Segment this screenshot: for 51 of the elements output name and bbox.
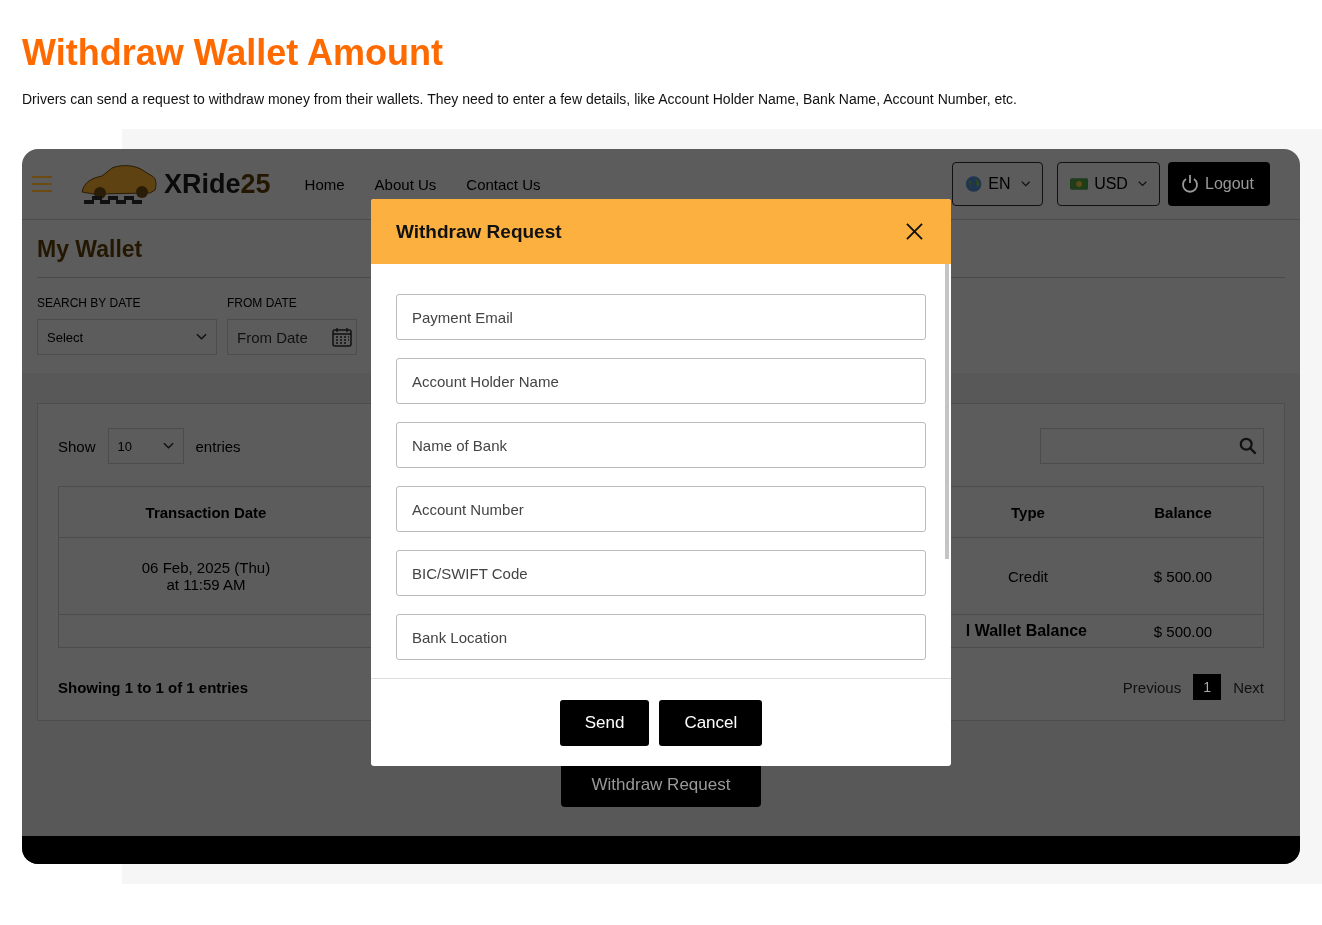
input-field[interactable]: Payment Email [396, 294, 926, 340]
banknote-icon [1070, 177, 1089, 191]
balance-cell: $ 500.00 [1153, 567, 1213, 585]
entries-label: entries [195, 437, 241, 455]
page-number[interactable]: 1 [1193, 674, 1222, 700]
dialog-button[interactable]: Cancel [659, 699, 763, 746]
page-title: Withdraw Wallet Amount [21, 31, 444, 73]
page-size-select[interactable]: 10 [107, 428, 184, 464]
nav-link[interactable]: About Us [374, 175, 437, 193]
chevron-down-icon [1137, 180, 1147, 188]
logout-button[interactable]: Logout [1168, 162, 1270, 206]
dialog-title: Withdraw Request [396, 220, 562, 243]
chevron-down-icon [162, 442, 174, 450]
input-field[interactable]: Account Holder Name [396, 358, 926, 404]
car-logo-icon [78, 162, 158, 206]
next-page-link[interactable]: Next [1233, 678, 1264, 696]
calendar-icon[interactable] [332, 327, 352, 347]
language-dropdown[interactable]: EN [952, 162, 1043, 206]
nav-link[interactable]: Home [304, 175, 345, 193]
filter-label: FROM DATE [227, 296, 298, 310]
table-info: Showing 1 to 1 of 1 entries [58, 678, 249, 696]
filter-label: SEARCH BY DATE [37, 296, 142, 310]
chevron-down-icon [196, 333, 207, 341]
currency-dropdown[interactable]: USD [1057, 162, 1160, 206]
withdraw-request-button[interactable]: Withdraw Request [561, 763, 761, 807]
date-input-field[interactable]: From Date [227, 319, 357, 355]
total-label: l Wallet Balance [965, 622, 1087, 640]
search-icon[interactable] [1239, 437, 1257, 455]
column-header: Transaction Date [144, 502, 268, 523]
page-description: Drivers can send a request to withdraw money from their wallets. They need to enter a few details, like Account Holder Name, Bank Name, Account Number, etc. [22, 90, 1018, 109]
search-field[interactable] [1040, 428, 1264, 464]
total-balance: $ 500.00 [1153, 622, 1213, 640]
input-field[interactable]: Name of Bank [396, 422, 926, 468]
show-label: Show [58, 437, 96, 455]
globe-icon [965, 174, 983, 194]
column-header: Type [1010, 502, 1046, 523]
nav-link[interactable]: Contact Us [466, 175, 541, 193]
transaction-date-cell: 06 Feb, 2025 (Thu) at 11:59 AM [141, 559, 271, 593]
dialog-button[interactable]: Send [559, 699, 650, 746]
previous-page-link[interactable]: Previous [1122, 678, 1182, 696]
input-field[interactable]: Bank Location [396, 614, 926, 660]
scrollbar-thumb[interactable] [945, 264, 949, 559]
brand-name[interactable]: XRide25 [164, 168, 271, 200]
chevron-down-icon [1020, 180, 1030, 188]
date-range-select[interactable]: Select [37, 319, 217, 355]
power-icon [1180, 174, 1200, 194]
close-icon[interactable] [906, 223, 923, 240]
type-cell: Credit [1008, 567, 1048, 585]
input-field[interactable]: Account Number [396, 486, 926, 532]
column-header: Balance [1153, 502, 1213, 523]
input-field[interactable]: BIC/SWIFT Code [396, 550, 926, 596]
